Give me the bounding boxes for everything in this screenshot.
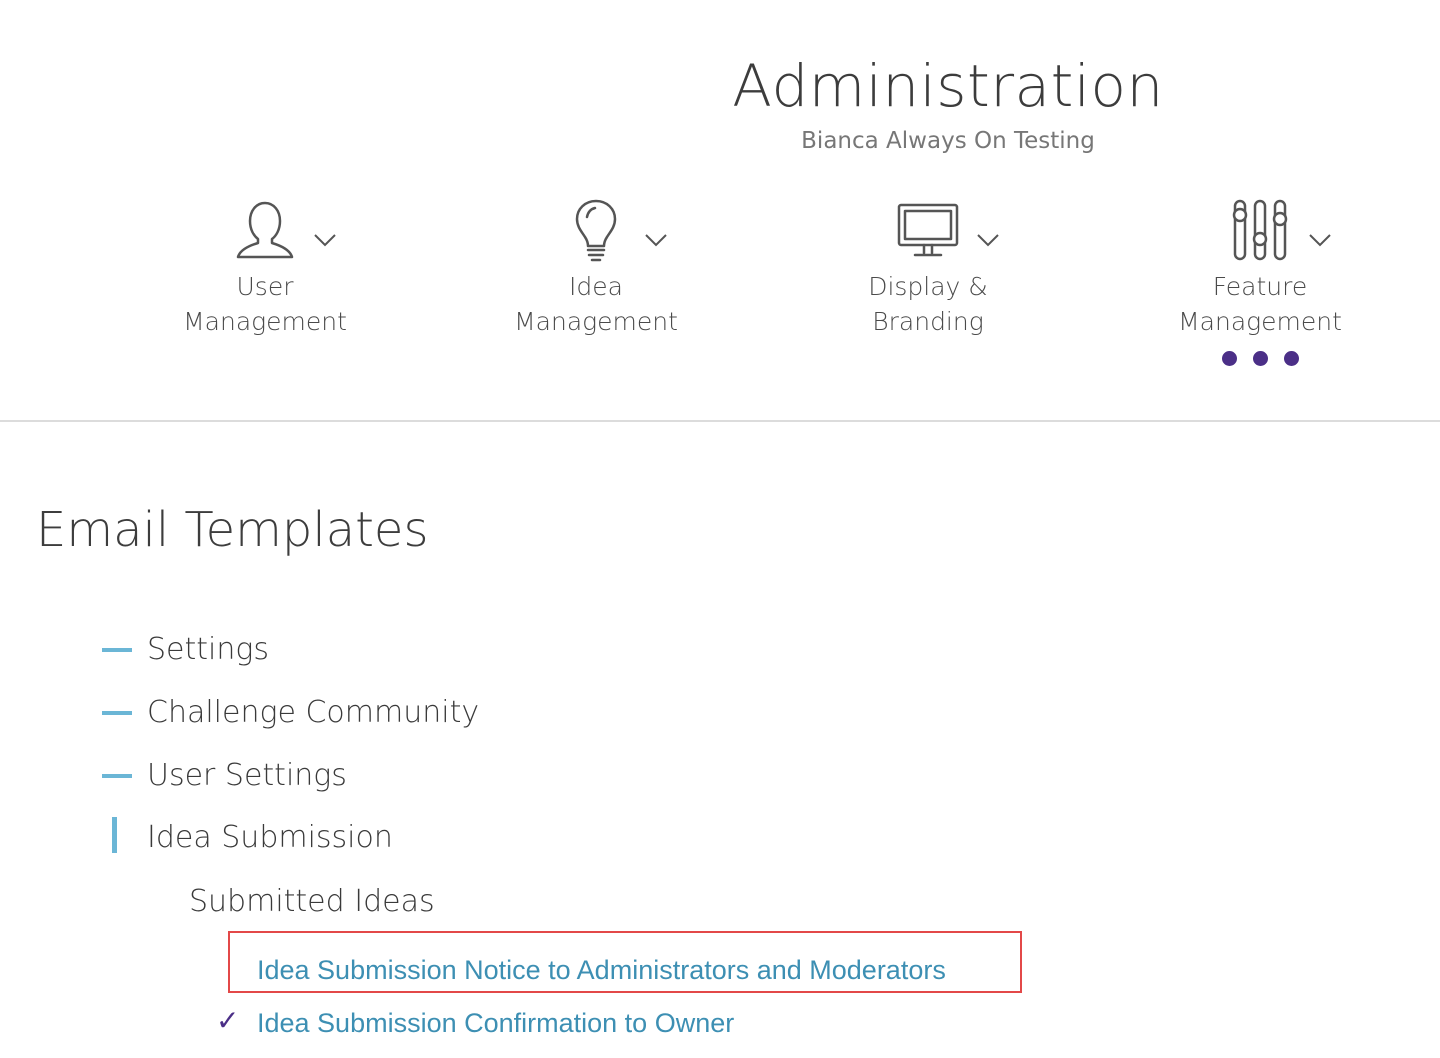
- nav-label: Management: [1178, 307, 1342, 336]
- indicator-dot: [1252, 351, 1268, 366]
- page-subtitle: Bianca Always On Testing: [801, 128, 1095, 154]
- nav-item-display-branding[interactable]: Display & Branding: [778, 195, 1078, 339]
- tree-item-settings[interactable]: Settings: [102, 629, 269, 669]
- nav-item-idea-management[interactable]: Idea Management: [446, 195, 746, 339]
- nav-label: User: [236, 272, 294, 301]
- nav-label: Branding: [872, 307, 984, 336]
- header-divider: [0, 420, 1440, 422]
- user-icon: [236, 201, 294, 259]
- tree-item-challenge-community[interactable]: Challenge Community: [102, 692, 479, 732]
- nav-item-user-management[interactable]: User Management: [115, 195, 415, 339]
- chevron-down-icon[interactable]: [1308, 233, 1332, 247]
- indicator-dot: [1283, 351, 1299, 366]
- checkmark-icon: ✓: [216, 1004, 240, 1037]
- nav-label: Feature: [1212, 272, 1308, 301]
- collapse-icon[interactable]: [102, 755, 132, 795]
- template-link-owner-confirmation[interactable]: Idea Submission Confirmation to Owner: [257, 1008, 734, 1039]
- template-link-admin-notice[interactable]: Idea Submission Notice to Administrators…: [257, 955, 946, 986]
- indicator-dot: [1221, 351, 1237, 366]
- expand-icon[interactable]: [102, 817, 132, 857]
- nav-label: Display &: [868, 272, 988, 301]
- tree-item-label: User Settings: [147, 757, 347, 793]
- sliders-icon: [1232, 199, 1288, 261]
- collapse-icon[interactable]: [102, 692, 132, 732]
- active-indicator: [1110, 351, 1410, 366]
- sub-heading-submitted-ideas: Submitted Ideas: [189, 884, 435, 919]
- nav-label: Management: [183, 307, 347, 336]
- monitor-icon: [897, 203, 959, 257]
- tree-item-label: Challenge Community: [147, 694, 480, 730]
- chevron-down-icon[interactable]: [644, 233, 668, 247]
- page-title: Administration: [732, 52, 1164, 120]
- nav-label: Management: [514, 307, 678, 336]
- tree-item-user-settings[interactable]: User Settings: [102, 755, 347, 795]
- section-title: Email Templates: [36, 502, 429, 558]
- chevron-down-icon[interactable]: [313, 233, 337, 247]
- tree-item-label: Idea Submission: [147, 819, 393, 855]
- chevron-down-icon[interactable]: [976, 233, 1000, 247]
- lightbulb-icon: [575, 199, 617, 262]
- nav-label: Idea: [569, 272, 623, 301]
- tree-item-label: Settings: [147, 631, 270, 667]
- tree-item-idea-submission[interactable]: Idea Submission: [102, 817, 393, 857]
- collapse-icon[interactable]: [102, 629, 132, 669]
- nav-item-feature-management[interactable]: Feature Management: [1110, 195, 1410, 366]
